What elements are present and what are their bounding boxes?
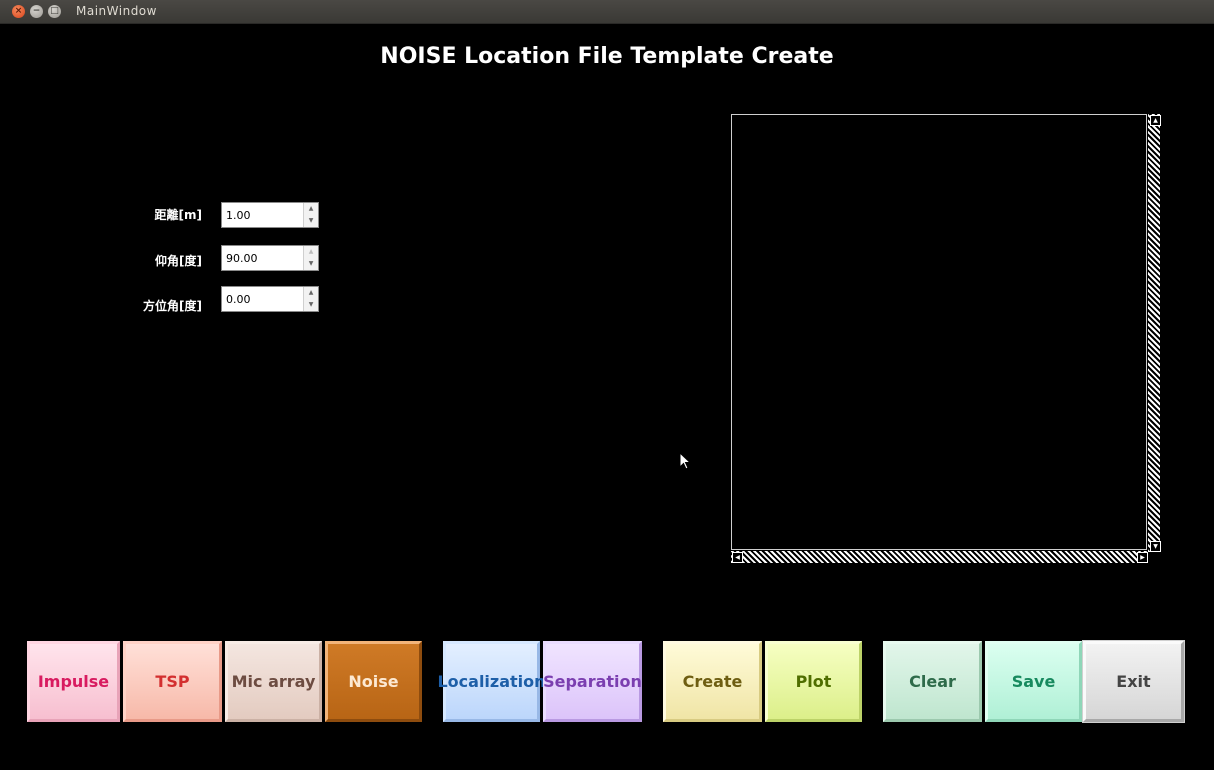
localization-button[interactable]: Localization	[437, 641, 546, 722]
window-titlebar: × − □ MainWindow	[0, 0, 1214, 24]
impulse-button[interactable]: Impulse	[27, 641, 120, 722]
distance-stepper[interactable]: ▲ ▼	[303, 203, 318, 227]
scroll-down-icon[interactable]: ▼	[1150, 541, 1161, 552]
azimuth-label: 方位角[度]	[143, 299, 202, 313]
mouse-cursor-icon	[679, 452, 691, 470]
elevation-stepper[interactable]: ▲ ▼	[303, 246, 318, 270]
separation-button[interactable]: Separation	[543, 641, 642, 722]
distance-input[interactable]	[226, 207, 302, 223]
plot-button[interactable]: Plot	[765, 641, 862, 722]
distance-spinbox[interactable]: ▲ ▼	[221, 202, 319, 228]
save-button[interactable]: Save	[985, 641, 1082, 722]
spin-down-icon[interactable]: ▼	[304, 258, 318, 270]
window-close-icon[interactable]: ×	[12, 5, 25, 18]
spin-down-icon[interactable]: ▼	[304, 299, 318, 311]
elevation-label: 仰角[度]	[155, 254, 202, 268]
exit-button[interactable]: Exit	[1082, 640, 1185, 723]
plot-canvas[interactable]	[731, 114, 1147, 550]
azimuth-input[interactable]	[226, 291, 302, 307]
distance-label: 距離[m]	[154, 208, 202, 222]
scroll-right-icon[interactable]: ▶	[1137, 552, 1148, 563]
window-title: MainWindow	[76, 4, 157, 18]
main-area: NOISE Location File Template Create 距離[m…	[0, 24, 1214, 770]
vertical-scrollbar[interactable]	[1148, 114, 1160, 552]
elevation-spinbox[interactable]: ▲ ▼	[221, 245, 319, 271]
page-title: NOISE Location File Template Create	[380, 44, 834, 69]
tsp-button[interactable]: TSP	[123, 641, 222, 722]
noise-button[interactable]: Noise	[325, 641, 422, 722]
elevation-input[interactable]	[226, 250, 302, 266]
window-maximize-icon[interactable]: □	[48, 5, 61, 18]
horizontal-scrollbar[interactable]	[731, 551, 1148, 563]
clear-button[interactable]: Clear	[883, 641, 982, 722]
scroll-left-icon[interactable]: ◀	[732, 552, 743, 563]
azimuth-spinbox[interactable]: ▲ ▼	[221, 286, 319, 312]
spin-up-icon[interactable]: ▲	[304, 287, 318, 299]
mic-array-button[interactable]: Mic array	[225, 641, 322, 722]
azimuth-stepper[interactable]: ▲ ▼	[303, 287, 318, 311]
spin-up-icon[interactable]: ▲	[304, 246, 318, 258]
spin-down-icon[interactable]: ▼	[304, 215, 318, 227]
create-button[interactable]: Create	[663, 641, 762, 722]
spin-up-icon[interactable]: ▲	[304, 203, 318, 215]
scroll-up-icon[interactable]: ▲	[1150, 115, 1161, 126]
window-minimize-icon[interactable]: −	[30, 5, 43, 18]
